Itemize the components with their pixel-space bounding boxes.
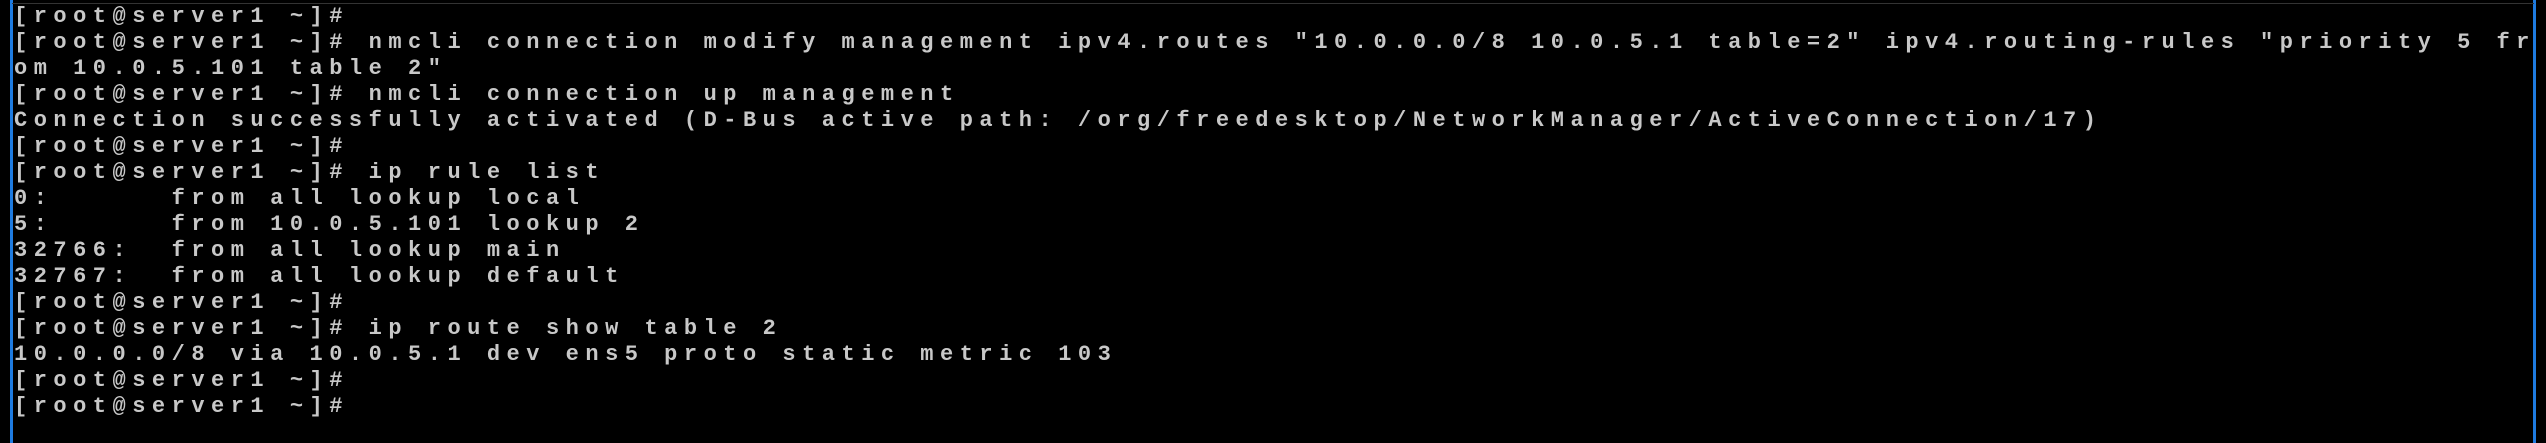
terminal-line: 10.0.0.0/8 via 10.0.5.1 dev ens5 proto s…	[14, 342, 1118, 367]
terminal-line: [root@server1 ~]#	[14, 290, 349, 315]
terminal-line: 5: from 10.0.5.101 lookup 2	[14, 212, 645, 237]
terminal-line: [root@server1 ~]# nmcli connection up ma…	[14, 82, 960, 107]
terminal-line: [root@server1 ~]#	[14, 368, 349, 393]
terminal-line: [root@server1 ~]# nmcli connection modif…	[14, 30, 2536, 55]
terminal-line: [root@server1 ~]# ip rule list	[14, 160, 606, 185]
terminal-line: om 10.0.5.101 table 2"	[14, 56, 448, 81]
terminal-prompt-line[interactable]: [root@server1 ~]#	[14, 394, 2534, 420]
window-border-left	[10, 0, 13, 443]
terminal-line: 32767: from all lookup default	[14, 264, 625, 289]
terminal-console[interactable]: [root@server1 ~]# [root@server1 ~]# nmcl…	[14, 4, 2534, 420]
terminal-line: Connection successfully activated (D-Bus…	[14, 108, 2103, 133]
terminal-line: [root@server1 ~]# ip route show table 2	[14, 316, 783, 341]
terminal-line: 32766: from all lookup main	[14, 238, 566, 263]
terminal-line: [root@server1 ~]#	[14, 4, 349, 29]
terminal-line: 0: from all lookup local	[14, 186, 586, 211]
terminal-line: [root@server1 ~]#	[14, 134, 349, 159]
